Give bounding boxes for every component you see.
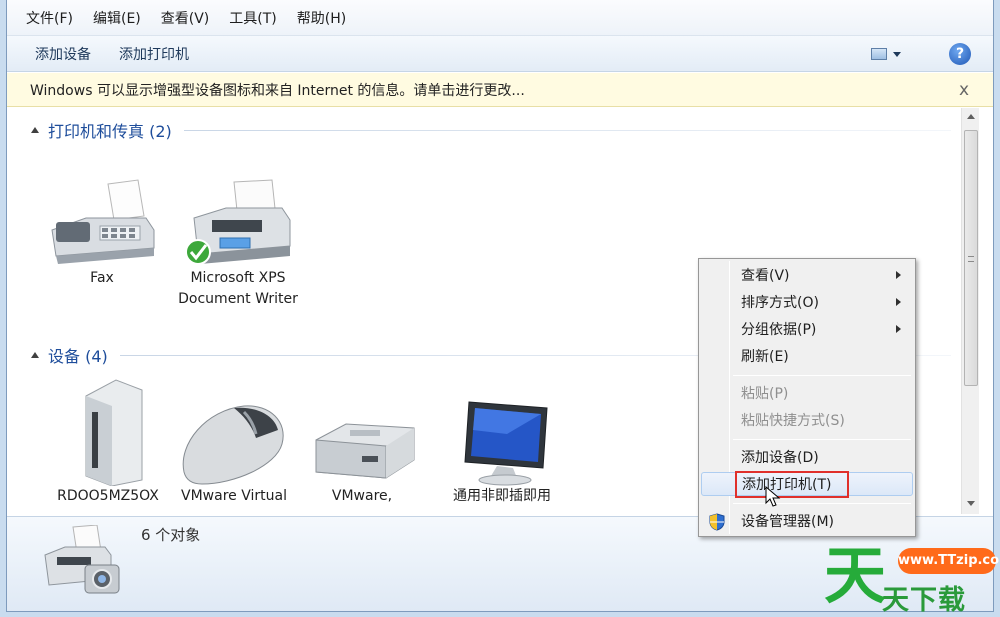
menu-item-label: 添加设备(D)	[741, 450, 819, 466]
close-icon[interactable]: x	[959, 80, 969, 100]
menu-file[interactable]: 文件(F)	[17, 4, 82, 32]
vertical-scrollbar[interactable]	[961, 108, 979, 514]
device-computer[interactable]: RDOO5MZ5OX	[43, 376, 173, 507]
menu-item-device-manager[interactable]: 设备管理器(M)	[701, 509, 913, 533]
add-printer-button[interactable]: 添加打印机	[111, 39, 197, 69]
shield-icon	[709, 513, 725, 531]
device-monitor[interactable]: 通用非即插即用	[437, 398, 567, 507]
device-label: RDOO5MZ5OX	[57, 488, 159, 504]
menu-tools[interactable]: 工具(T)	[220, 4, 285, 32]
menu-item-label: 粘贴快捷方式(S)	[741, 413, 845, 429]
device-label: Microsoft XPS Document Writer	[178, 270, 298, 307]
group-title: 设备 (4)	[48, 347, 108, 366]
menu-item-label: 粘贴(P)	[741, 386, 789, 402]
monitor-icon	[464, 401, 548, 486]
menu-separator	[733, 503, 911, 504]
drive-icon	[315, 423, 415, 479]
mouse-icon	[182, 405, 284, 485]
device-label: VMware Virtual	[181, 488, 287, 504]
scroll-down-icon[interactable]	[967, 501, 975, 506]
device-fax[interactable]: Fax	[37, 178, 167, 289]
info-bar-message: Windows 可以显示增强型设备图标和来自 Internet 的信息。请单击进…	[30, 82, 525, 99]
watermark-logo: 天 www.TTzip.com 天下载	[820, 540, 1000, 617]
menu-help[interactable]: 帮助(H)	[288, 4, 355, 32]
chevron-down-icon	[893, 51, 901, 57]
submenu-arrow-icon	[896, 298, 901, 306]
scrollbar-thumb[interactable]	[964, 130, 978, 386]
scroll-up-icon[interactable]	[967, 114, 975, 119]
menu-edit[interactable]: 编辑(E)	[84, 4, 150, 32]
submenu-arrow-icon	[896, 325, 901, 333]
highlight-annotation	[735, 471, 849, 498]
menu-item-label: 查看(V)	[741, 268, 790, 284]
device-label: VMware,	[331, 488, 393, 504]
menu-separator	[733, 439, 911, 440]
watermark-text: 天下载	[882, 585, 966, 616]
group-title: 打印机和传真 (2)	[48, 122, 172, 141]
object-count: 6 个对象	[141, 526, 201, 544]
add-device-button[interactable]: 添加设备	[27, 39, 99, 69]
device-mouse[interactable]: VMware Virtual	[169, 398, 299, 507]
menu-separator	[733, 375, 911, 376]
collapse-arrow-icon[interactable]	[31, 127, 39, 133]
printer-camera-icon	[44, 525, 120, 594]
view-icon	[871, 48, 887, 60]
info-bar[interactable]: Windows 可以显示增强型设备图标和来自 Internet 的信息。请单击进…	[7, 73, 993, 107]
menu-bar: 文件(F) 编辑(E) 查看(V) 工具(T) 帮助(H)	[7, 0, 993, 36]
submenu-arrow-icon	[896, 271, 901, 279]
change-view-button[interactable]	[871, 45, 911, 63]
command-bar: 添加设备 添加打印机 ?	[7, 36, 993, 72]
menu-item-label: 设备管理器(M)	[741, 514, 835, 530]
menu-item-group-by[interactable]: 分组依据(P)	[701, 317, 913, 341]
device-label: Fax	[90, 270, 114, 286]
menu-item-paste[interactable]: 粘贴(P)	[701, 381, 913, 405]
menu-item-refresh[interactable]: 刷新(E)	[701, 344, 913, 368]
device-xps-writer[interactable]: Microsoft XPS Document Writer	[173, 178, 303, 310]
menu-item-view[interactable]: 查看(V)	[701, 263, 913, 287]
help-icon[interactable]: ?	[949, 43, 971, 65]
menu-item-label: 刷新(E)	[741, 349, 789, 365]
grip-icon	[968, 256, 974, 262]
menu-item-label: 排序方式(O)	[741, 295, 819, 311]
menu-item-label: 分组依据(P)	[741, 322, 817, 338]
menu-view[interactable]: 查看(V)	[152, 4, 219, 32]
cursor-icon	[765, 486, 781, 507]
group-header-printers[interactable]: 打印机和传真 (2)	[31, 117, 951, 143]
device-label: 通用非即插即用	[453, 488, 551, 504]
divider	[183, 129, 951, 131]
menu-item-paste-shortcut[interactable]: 粘贴快捷方式(S)	[701, 408, 913, 432]
fax-icon	[51, 179, 155, 264]
menu-item-sort[interactable]: 排序方式(O)	[701, 290, 913, 314]
watermark-char: 天	[824, 539, 887, 612]
menu-item-add-device[interactable]: 添加设备(D)	[701, 445, 913, 469]
printer-icon	[185, 179, 291, 265]
context-menu: 查看(V) 排序方式(O) 分组依据(P) 刷新(E) 粘贴(P) 粘贴快捷方式…	[698, 258, 916, 537]
watermark-url: www.TTzip.com	[898, 548, 1000, 574]
device-drive[interactable]: VMware,	[297, 418, 427, 507]
collapse-arrow-icon[interactable]	[31, 352, 39, 358]
computer-tower-icon	[85, 379, 143, 486]
